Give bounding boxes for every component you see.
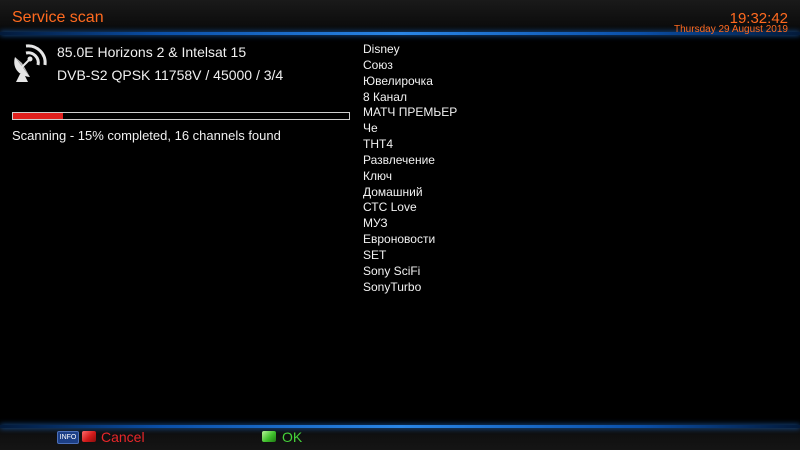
scan-progress-bar: [12, 112, 350, 120]
channel-item: Евроновости: [363, 232, 436, 247]
red-key-icon: [82, 431, 96, 442]
channel-item: Ювелирочка: [363, 73, 433, 88]
channel-item: SonyTurbo: [363, 279, 422, 294]
channel-list: Disney Союз Ювелирочка 8 Канал МАТЧ ПРЕМ…: [363, 42, 457, 296]
cancel-button[interactable]: Cancel: [101, 429, 145, 445]
green-key-icon: [262, 431, 276, 442]
channel-item: Развлечение: [363, 152, 435, 167]
transponder-info: DVB-S2 QPSK 11758V / 45000 / 3/4: [57, 67, 284, 83]
channel-item: Disney: [363, 42, 400, 56]
channel-item: МУЗ: [363, 216, 388, 231]
channel-item: Ключ: [363, 168, 392, 183]
channel-item: SET: [363, 247, 387, 262]
screen-title: Service scan: [12, 9, 104, 26]
channel-item: Союз: [363, 57, 393, 72]
satellite-dish-icon: [14, 44, 47, 82]
info-key-icon[interactable]: INFO: [57, 431, 79, 444]
channel-item: ТНТ4: [363, 137, 393, 152]
channel-item: Sony SciFi: [363, 263, 421, 278]
channel-item: 8 Канал: [363, 89, 407, 104]
channel-item: МАТЧ ПРЕМЬЕР: [363, 105, 458, 120]
scan-status: Scanning - 15% completed, 16 channels fo…: [12, 128, 281, 143]
channel-item: СТС Love: [363, 200, 417, 215]
ok-button[interactable]: OK: [282, 429, 302, 445]
clock-date: Thursday 29 August 2019: [674, 24, 788, 35]
footer-bar-glow: [0, 425, 800, 428]
scan-progress-fill: [13, 113, 64, 119]
channel-item: Домашний: [363, 184, 423, 199]
channel-item: Че: [363, 121, 378, 136]
satellite-name: 85.0E Horizons 2 & Intelsat 15: [57, 44, 247, 60]
